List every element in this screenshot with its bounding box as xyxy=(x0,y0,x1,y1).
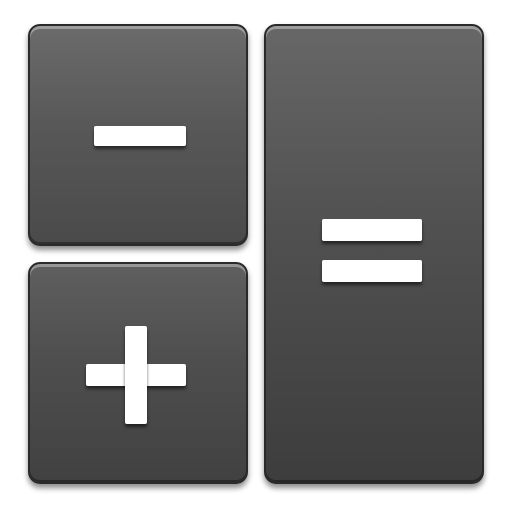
equals-bottom-bar xyxy=(322,260,422,282)
equals-top-bar xyxy=(322,219,422,241)
equals-key xyxy=(264,24,484,484)
plus-vertical-bar xyxy=(125,326,147,424)
plus-key xyxy=(28,262,248,484)
calculator-app-icon xyxy=(0,0,512,512)
minus-key xyxy=(28,24,248,246)
minus-icon xyxy=(94,126,186,146)
